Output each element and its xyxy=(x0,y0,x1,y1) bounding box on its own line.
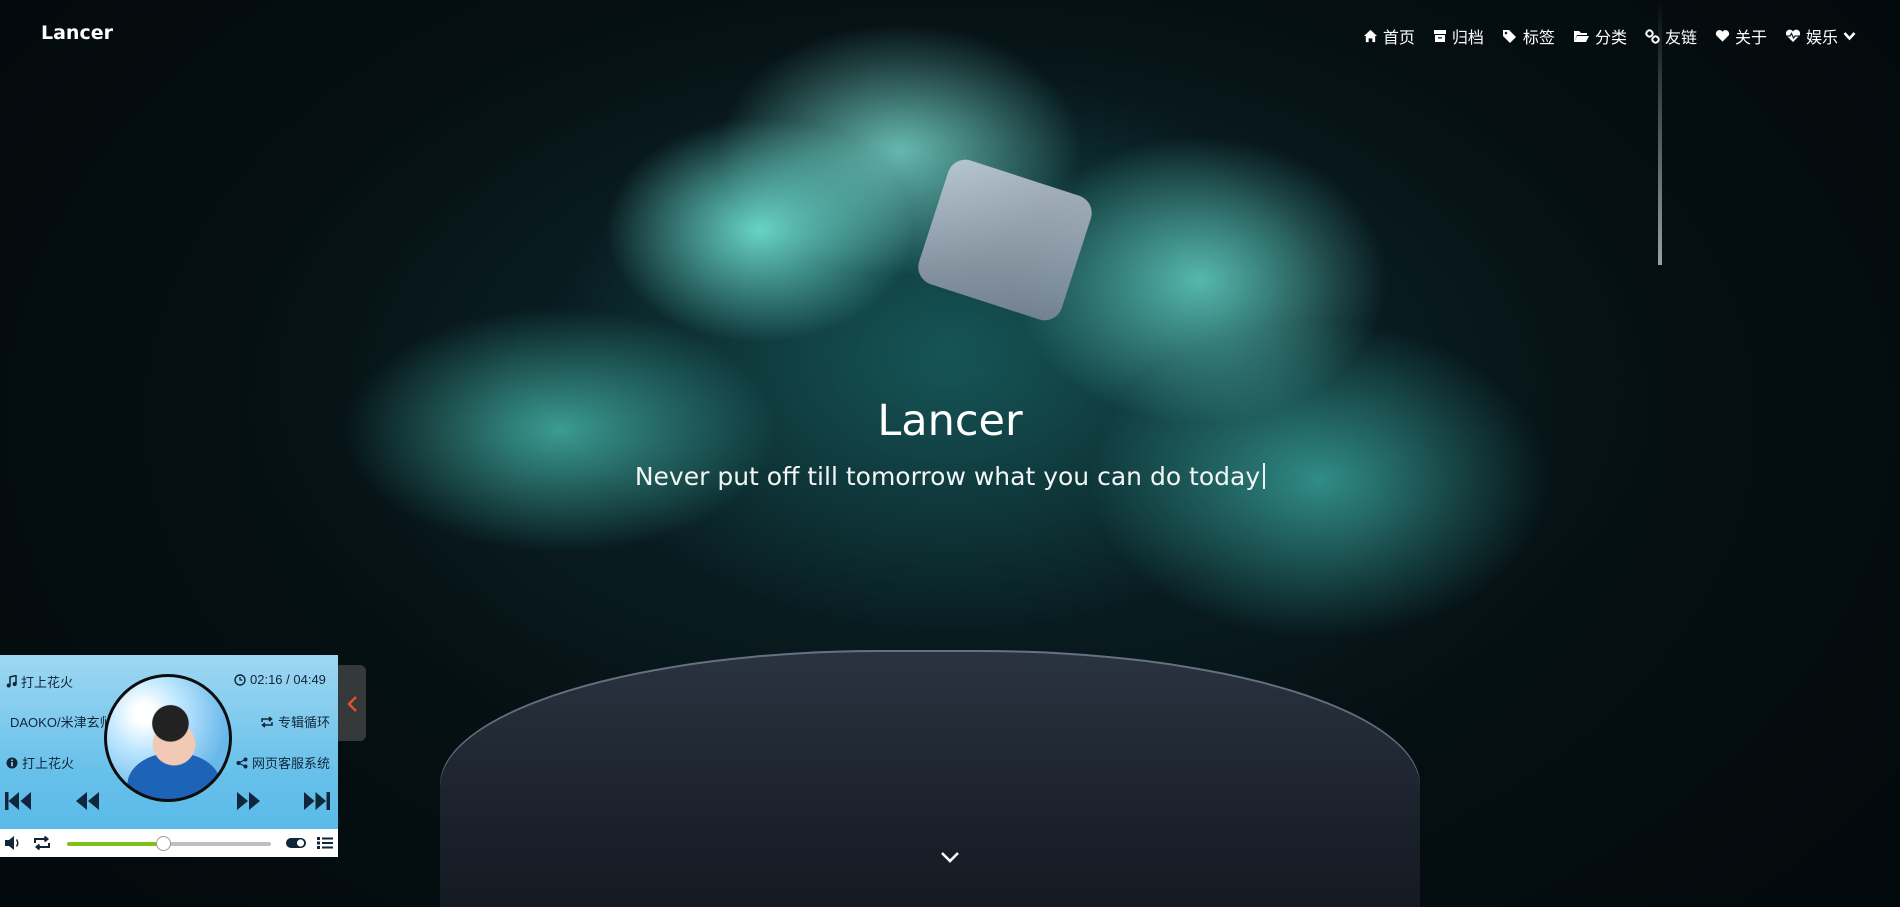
song-artist: DAOKO/米津玄师 xyxy=(10,715,106,730)
player-bottom-bar xyxy=(0,829,338,857)
archive-icon xyxy=(1433,30,1446,42)
info-icon xyxy=(6,757,18,768)
motto-text: Never put off till tomorrow what you can… xyxy=(634,462,1261,491)
play-mode: 专辑循环 xyxy=(278,715,331,730)
music-note-icon xyxy=(6,675,17,688)
scroll-down-icon[interactable] xyxy=(938,845,962,869)
nav-item-label: 归档 xyxy=(1451,28,1484,47)
volume-slider-knob[interactable] xyxy=(155,836,171,851)
nav-item-label: 标签 xyxy=(1522,28,1555,47)
nav-item-tags[interactable]: 标签 xyxy=(1502,24,1555,48)
playlist-icon[interactable] xyxy=(316,835,334,851)
song-title: 打上花火 xyxy=(21,675,74,690)
nav-item-label: 友链 xyxy=(1664,28,1697,47)
nav-item-about[interactable]: 关于 xyxy=(1715,24,1767,48)
mode-row[interactable]: 专辑循环 xyxy=(260,712,330,731)
prev-track-icon[interactable] xyxy=(74,788,100,814)
main-nav: 首页 归档 标签 分类 友链 关于 娱乐 xyxy=(1363,24,1856,48)
first-track-icon[interactable] xyxy=(4,788,32,814)
share-label: 网页客服系统 xyxy=(252,756,331,771)
heartbeat-icon xyxy=(1785,29,1801,42)
nav-item-label: 娱乐 xyxy=(1805,28,1838,47)
heart-icon xyxy=(1715,30,1730,42)
home-icon xyxy=(1363,29,1377,43)
last-track-icon[interactable] xyxy=(303,788,331,814)
chevron-down-icon xyxy=(1843,32,1856,41)
nav-item-home[interactable]: 首页 xyxy=(1363,24,1415,48)
loop-icon[interactable] xyxy=(33,835,51,851)
repeat-icon xyxy=(261,715,273,728)
background-jacket xyxy=(440,650,1420,907)
typing-caret xyxy=(1263,463,1266,489)
toggle-switch-icon[interactable] xyxy=(285,835,307,851)
nav-item-links[interactable]: 友链 xyxy=(1645,24,1697,48)
volume-slider[interactable] xyxy=(67,836,271,851)
chevron-left-icon xyxy=(347,696,357,712)
artist-row: DAOKO/米津玄师 xyxy=(6,712,106,731)
nav-item-label: 分类 xyxy=(1594,28,1627,47)
album-cover[interactable] xyxy=(104,674,232,802)
tags-icon xyxy=(1502,30,1516,43)
site-title: Lancer xyxy=(877,396,1023,446)
nav-item-label: 关于 xyxy=(1734,28,1767,47)
site-motto: Never put off till tomorrow what you can… xyxy=(0,462,1900,491)
nav-item-category[interactable]: 分类 xyxy=(1573,24,1627,48)
share-row[interactable]: 网页客服系统 xyxy=(236,753,330,772)
album-name: 打上花火 xyxy=(22,756,75,771)
share-icon xyxy=(236,757,248,768)
clock-icon xyxy=(234,673,246,686)
folder-open-icon xyxy=(1573,31,1589,42)
site-brand[interactable]: Lancer xyxy=(41,22,113,44)
player-collapse-toggle[interactable] xyxy=(338,665,366,741)
next-track-icon[interactable] xyxy=(236,788,262,814)
play-time: 02:16 / 04:49 xyxy=(250,672,326,687)
song-title-row: 打上花火 xyxy=(6,672,73,691)
volume-icon[interactable] xyxy=(4,835,22,851)
time-row: 02:16 / 04:49 xyxy=(234,672,326,687)
nav-item-archive[interactable]: 归档 xyxy=(1433,24,1484,48)
nav-item-entertainment[interactable]: 娱乐 xyxy=(1785,24,1856,48)
nav-item-label: 首页 xyxy=(1382,28,1415,47)
album-row: 打上花火 xyxy=(6,753,74,772)
background-cap xyxy=(913,155,1097,325)
link-icon xyxy=(1645,28,1660,44)
volume-slider-fill xyxy=(67,842,163,846)
